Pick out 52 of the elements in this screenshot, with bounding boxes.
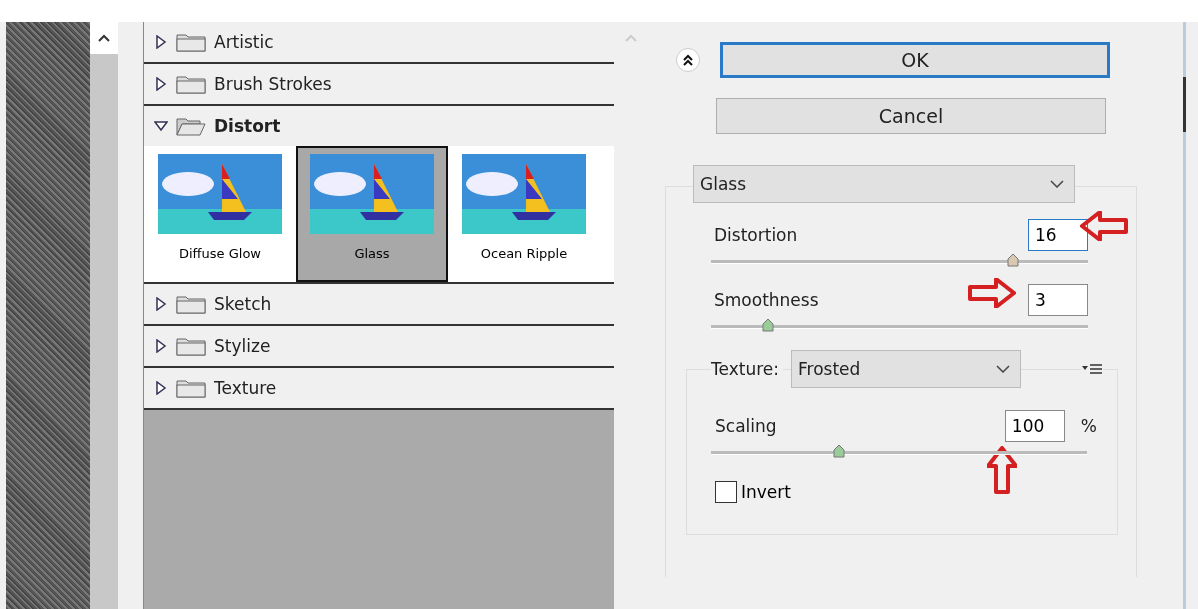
folder-icon [176, 32, 206, 52]
category-header[interactable]: Stylize [144, 326, 614, 366]
unit-label: % [1080, 416, 1097, 436]
filter-tile[interactable]: Ocean Ripple [448, 146, 600, 282]
filter-tile[interactable]: Diffuse Glow [144, 146, 296, 282]
setting-label: Smoothness [714, 290, 819, 310]
chevron-down-icon [1050, 180, 1064, 188]
folder-icon [176, 74, 206, 94]
filter-label: Glass [354, 246, 390, 261]
category-header[interactable]: Sketch [144, 284, 614, 324]
filter-tile[interactable]: Glass [296, 146, 448, 282]
chevron-down-icon [995, 365, 1010, 373]
triangle-right-icon [154, 35, 168, 49]
double-chevron-up-icon [682, 54, 694, 66]
value-field[interactable]: 3 [1028, 284, 1088, 316]
checkbox[interactable] [715, 481, 737, 503]
texture-dropdown[interactable]: Frosted [790, 350, 1021, 388]
scrollbar[interactable] [90, 22, 118, 609]
triangle-right-icon [154, 297, 168, 311]
slider-track[interactable] [711, 443, 1087, 459]
value-field[interactable]: 100 [1004, 410, 1065, 442]
triangle-down-icon [154, 119, 168, 133]
triangle-right-icon [154, 381, 168, 395]
folder-icon [176, 116, 206, 136]
filter-label: Diffuse Glow [179, 246, 261, 261]
checkbox-label: Invert [741, 482, 791, 502]
category-header[interactable]: Texture [144, 368, 614, 408]
folder-icon [176, 294, 206, 314]
triangle-right-icon [154, 77, 168, 91]
slider-track[interactable] [711, 252, 1088, 268]
category-header[interactable]: Brush Strokes [144, 64, 614, 104]
folder-icon [176, 336, 206, 356]
arrow-icon [987, 446, 1017, 494]
ok-button[interactable]: OK [720, 42, 1110, 78]
chevron-up-icon[interactable] [98, 34, 110, 42]
slider-thumb[interactable] [761, 318, 774, 332]
setting-label: Distortion [714, 225, 798, 245]
value-field[interactable]: 16 [1028, 219, 1088, 251]
category-header[interactable]: Distort [144, 106, 614, 146]
filter-dropdown[interactable]: Glass [693, 165, 1075, 203]
setting-label: Scaling [715, 416, 777, 436]
slider-thumb[interactable] [1006, 253, 1019, 267]
filter-label: Ocean Ripple [480, 246, 568, 261]
slider-track[interactable] [711, 317, 1088, 333]
category-header[interactable]: Artistic [144, 22, 614, 62]
arrow-icon [1080, 211, 1128, 241]
folder-icon [176, 378, 206, 398]
cancel-button[interactable]: Cancel [716, 98, 1106, 134]
arrow-icon [968, 278, 1016, 308]
slider-thumb[interactable] [832, 444, 845, 458]
triangle-right-icon [154, 339, 168, 353]
collapse-button[interactable] [676, 48, 700, 72]
